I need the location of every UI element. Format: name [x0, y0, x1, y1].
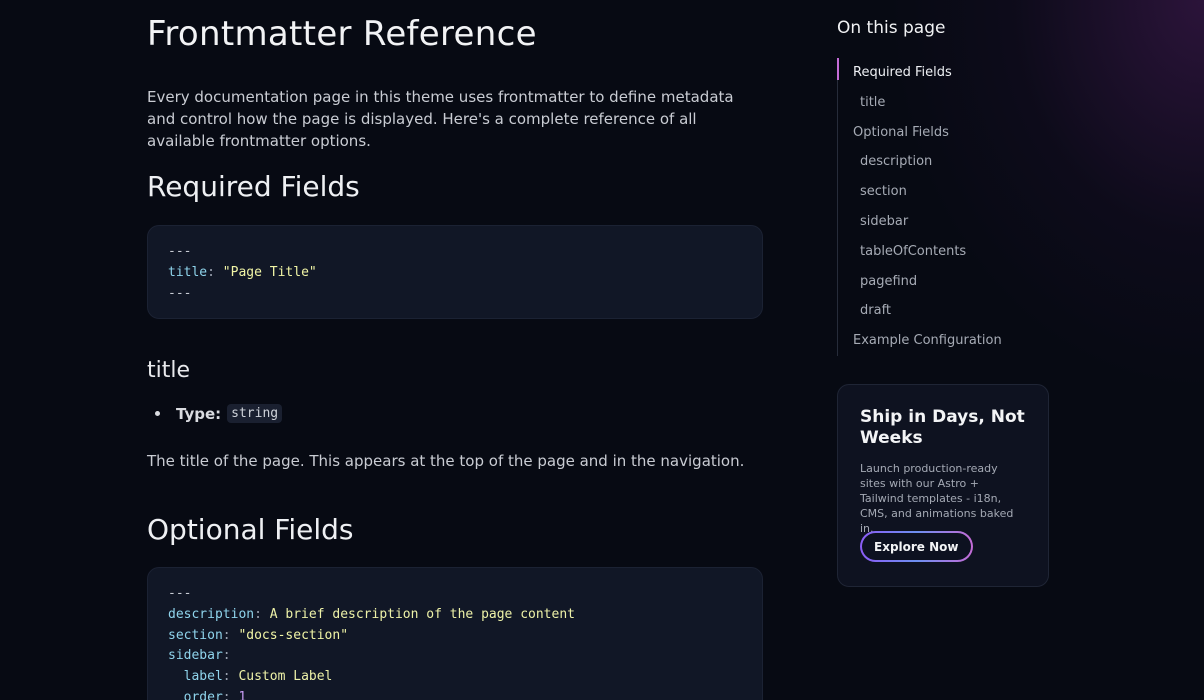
promo-text: Launch production-ready sites with our A… [860, 462, 1014, 535]
toc-list: Required Fields title Optional Fields descr… [837, 58, 1048, 356]
toc-item-optional-fields[interactable]: Optional Fields [838, 118, 1048, 148]
type-value: string [227, 404, 283, 423]
code-key: order [183, 689, 223, 700]
toc-item-sidebar[interactable]: sidebar [838, 207, 1048, 237]
required-code-block[interactable]: --- title: "Page Title" --- [147, 225, 763, 319]
heading-required-fields: Required Fields [147, 170, 360, 203]
type-label: Type: [176, 404, 222, 423]
code-number: 1 [238, 689, 247, 700]
toc-item-description[interactable]: description [838, 147, 1048, 177]
title-description: The title of the page. This appears at t… [147, 452, 745, 470]
code-key: description [168, 606, 255, 622]
toc-item-title[interactable]: title [838, 88, 1048, 118]
toc-item-pagefind[interactable]: pagefind [838, 267, 1048, 297]
promo-card: Ship in Days, Not Weeks Launch productio… [837, 384, 1049, 587]
code-dash: --- [168, 586, 192, 601]
optional-code-block[interactable]: --- description: A brief description of … [147, 567, 763, 700]
code-key: sidebar [168, 648, 223, 664]
code-value: Custom Label [238, 669, 333, 685]
code-dash: --- [168, 285, 192, 301]
toc-item-draft[interactable]: draft [838, 296, 1048, 326]
type-bullet: Type: string [147, 404, 283, 423]
code-value: A brief description of the page content [269, 606, 575, 622]
explore-now-button[interactable]: Explore Now [860, 531, 973, 562]
toc-item-required-fields[interactable]: Required Fields [837, 58, 1048, 88]
code-dash: --- [168, 244, 192, 259]
heading-optional-fields: Optional Fields [147, 513, 354, 546]
promo-title: Ship in Days, Not Weeks [860, 407, 1025, 448]
code-string: "docs-section" [238, 627, 349, 643]
intro-paragraph: Every documentation page in this theme u… [147, 88, 734, 150]
table-of-contents: On this page Required Fields title Optiona… [837, 18, 1057, 356]
code-string: "Page Title" [222, 264, 317, 280]
toc-item-tableofcontents[interactable]: tableOfContents [838, 237, 1048, 267]
code-key: section [168, 627, 223, 643]
toc-heading: On this page [837, 18, 946, 38]
heading-title: title [147, 358, 191, 383]
code-key: title [168, 264, 208, 280]
toc-item-example-configuration[interactable]: Example Configuration [838, 326, 1048, 356]
page-title: Frontmatter Reference [147, 14, 537, 54]
code-key: label [183, 669, 223, 685]
toc-item-section[interactable]: section [838, 177, 1048, 207]
bullet-dot [155, 411, 160, 416]
